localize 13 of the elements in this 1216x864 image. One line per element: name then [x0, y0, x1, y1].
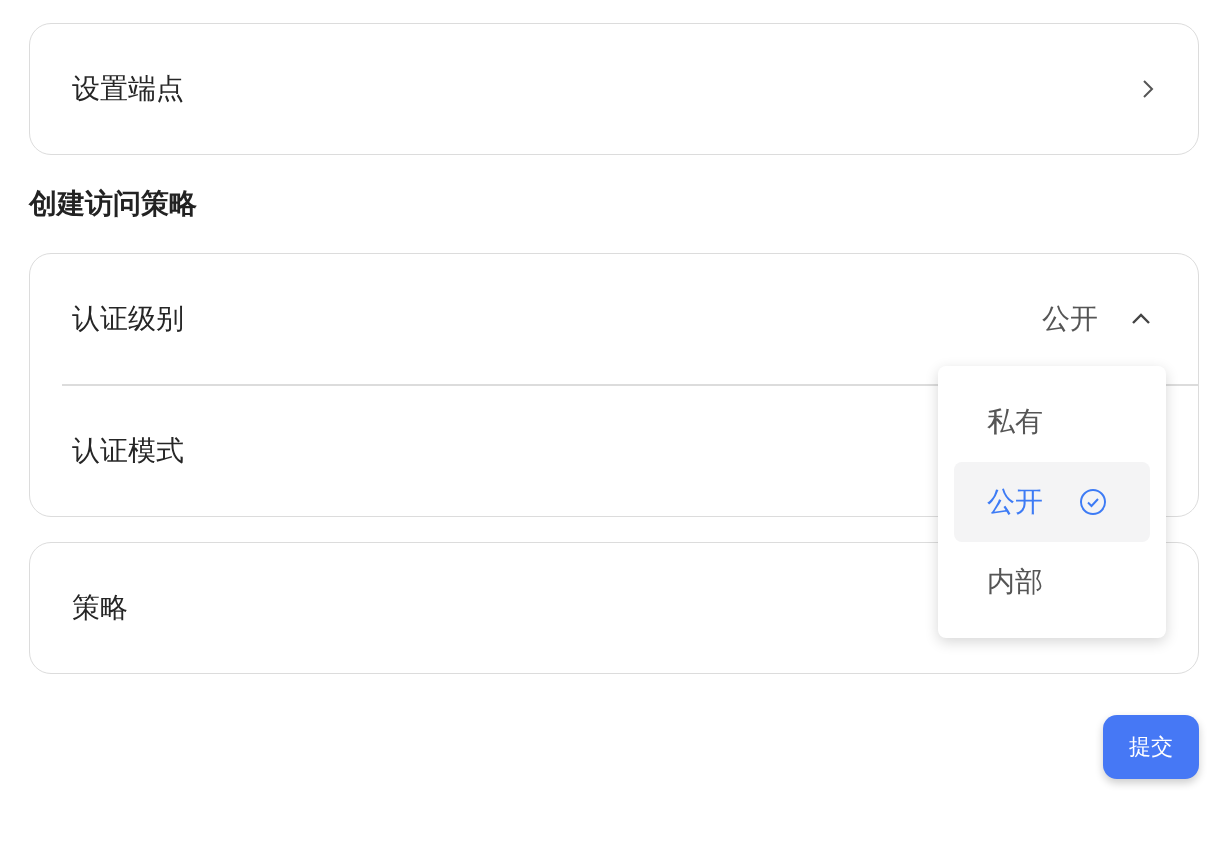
check-circle-icon [1079, 488, 1107, 516]
dropdown-option[interactable]: 公开 [954, 462, 1150, 542]
dropdown-option[interactable]: 内部 [954, 542, 1150, 622]
endpoint-card[interactable]: 设置端点 [29, 23, 1199, 155]
dropdown-option[interactable]: 私有 [954, 382, 1150, 462]
auth-level-value: 公开 [1042, 301, 1098, 337]
policy-label: 策略 [72, 590, 129, 626]
submit-button[interactable]: 提交 [1103, 715, 1199, 779]
auth-mode-label: 认证模式 [72, 433, 185, 469]
chevron-right-icon[interactable] [1142, 79, 1154, 99]
auth-level-label: 认证级别 [72, 301, 185, 337]
endpoint-label: 设置端点 [72, 71, 185, 107]
section-heading: 创建访问策略 [29, 186, 198, 222]
